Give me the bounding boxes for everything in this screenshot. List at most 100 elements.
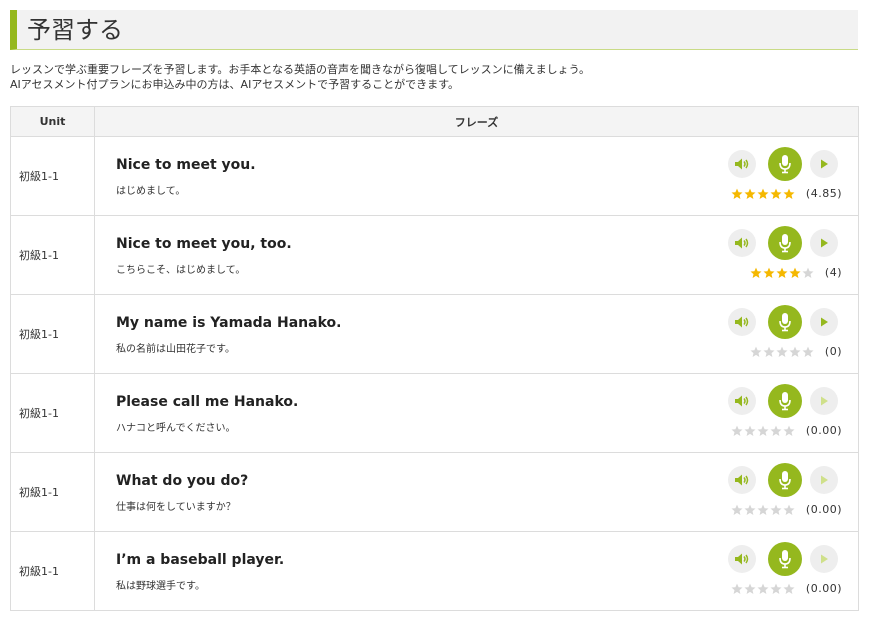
rating: (0.00) bbox=[731, 582, 842, 595]
audio-controls bbox=[728, 384, 838, 418]
playback-button[interactable] bbox=[810, 150, 838, 178]
star-icon bbox=[757, 583, 769, 594]
page-title: 予習する bbox=[27, 16, 123, 44]
microphone-icon bbox=[779, 471, 791, 490]
rating-score: (4.85) bbox=[805, 187, 842, 200]
rating: (0) bbox=[750, 345, 842, 358]
record-button[interactable] bbox=[768, 305, 802, 339]
speaker-icon bbox=[735, 316, 749, 328]
unit-cell: 初級1-1 bbox=[10, 531, 95, 611]
phrase-cell: What do you do? 仕事は何をしていますか？ (0.00) bbox=[94, 452, 859, 532]
star-icon bbox=[750, 267, 762, 278]
star-icon bbox=[731, 504, 743, 515]
star-icon bbox=[750, 346, 762, 357]
star-icon bbox=[802, 346, 814, 357]
phrase-cell: Please call me Hanako. ハナコと呼んでください。 (0.0… bbox=[94, 373, 859, 453]
rating-score: (0) bbox=[824, 345, 842, 358]
speaker-icon bbox=[735, 474, 749, 486]
column-header-phrase: フレーズ bbox=[94, 106, 859, 137]
table-row: 初級1-1 Nice to meet you. はじめまして。 (4.85) bbox=[10, 136, 859, 216]
rating-score: (0.00) bbox=[805, 503, 842, 516]
microphone-icon bbox=[779, 155, 791, 174]
rating-stars bbox=[750, 346, 815, 358]
unit-cell: 初級1-1 bbox=[10, 294, 95, 374]
star-icon bbox=[776, 346, 788, 357]
phrase-japanese: ハナコと呼んでください。 bbox=[116, 423, 236, 434]
play-icon bbox=[821, 396, 828, 406]
phrase-cell: Nice to meet you. はじめまして。 (4.85) bbox=[94, 136, 859, 216]
star-icon bbox=[757, 425, 769, 436]
playback-button[interactable] bbox=[810, 545, 838, 573]
page-description: レッスンで学ぶ重要フレーズを予習します。お手本となる英語の音声を聞きながら復唱し… bbox=[10, 62, 860, 92]
star-icon bbox=[763, 346, 775, 357]
star-icon bbox=[770, 188, 782, 199]
audio-controls bbox=[728, 305, 838, 339]
phrase-english: My name is Yamada Hanako. bbox=[116, 315, 342, 331]
phrase-english: Please call me Hanako. bbox=[116, 394, 299, 410]
star-icon bbox=[744, 583, 756, 594]
star-icon bbox=[731, 425, 743, 436]
star-icon bbox=[744, 425, 756, 436]
star-icon bbox=[744, 188, 756, 199]
listen-button[interactable] bbox=[728, 229, 756, 257]
record-button[interactable] bbox=[768, 463, 802, 497]
star-icon bbox=[783, 188, 795, 199]
listen-button[interactable] bbox=[728, 466, 756, 494]
audio-controls bbox=[728, 542, 838, 576]
column-header-unit: Unit bbox=[10, 106, 95, 137]
playback-button[interactable] bbox=[810, 466, 838, 494]
play-icon bbox=[821, 554, 828, 564]
star-icon bbox=[731, 583, 743, 594]
phrase-english: What do you do? bbox=[116, 473, 249, 489]
star-icon bbox=[731, 188, 743, 199]
rating: (0.00) bbox=[731, 424, 842, 437]
play-icon bbox=[821, 159, 828, 169]
rating-score: (0.00) bbox=[805, 424, 842, 437]
star-icon bbox=[770, 425, 782, 436]
playback-button[interactable] bbox=[810, 308, 838, 336]
unit-cell: 初級1-1 bbox=[10, 452, 95, 532]
phrase-japanese: はじめまして。 bbox=[116, 186, 186, 197]
phrase-cell: My name is Yamada Hanako. 私の名前は山田花子です。 (… bbox=[94, 294, 859, 374]
phrase-cell: I’m a baseball player. 私は野球選手です。 (0.00) bbox=[94, 531, 859, 611]
listen-button[interactable] bbox=[728, 150, 756, 178]
speaker-icon bbox=[735, 395, 749, 407]
table-row: 初級1-1 What do you do? 仕事は何をしていますか？ (0.00… bbox=[10, 452, 859, 532]
listen-button[interactable] bbox=[728, 387, 756, 415]
record-button[interactable] bbox=[768, 147, 802, 181]
record-button[interactable] bbox=[768, 384, 802, 418]
page-header: 予習する bbox=[10, 10, 858, 50]
unit-cell: 初級1-1 bbox=[10, 136, 95, 216]
speaker-icon bbox=[735, 158, 749, 170]
star-icon bbox=[783, 583, 795, 594]
playback-button[interactable] bbox=[810, 229, 838, 257]
rating: (0.00) bbox=[731, 503, 842, 516]
phrase-english: Nice to meet you. bbox=[116, 157, 256, 173]
rating-score: (4) bbox=[824, 266, 842, 279]
playback-button[interactable] bbox=[810, 387, 838, 415]
listen-button[interactable] bbox=[728, 308, 756, 336]
audio-controls bbox=[728, 147, 838, 181]
star-icon bbox=[757, 188, 769, 199]
phrase-japanese: 私は野球選手です。 bbox=[116, 581, 205, 592]
listen-button[interactable] bbox=[728, 545, 756, 573]
record-button[interactable] bbox=[768, 226, 802, 260]
speaker-icon bbox=[735, 237, 749, 249]
table-row: 初級1-1 Nice to meet you, too. こちらこそ、はじめまし… bbox=[10, 215, 859, 295]
play-icon bbox=[821, 317, 828, 327]
table-row: 初級1-1 I’m a baseball player. 私は野球選手です。 (… bbox=[10, 531, 859, 611]
star-icon bbox=[783, 504, 795, 515]
star-icon bbox=[770, 583, 782, 594]
table-row: 初級1-1 My name is Yamada Hanako. 私の名前は山田花… bbox=[10, 294, 859, 374]
microphone-icon bbox=[779, 550, 791, 569]
rating-stars bbox=[731, 425, 796, 437]
star-icon bbox=[802, 267, 814, 278]
phrase-english: Nice to meet you, too. bbox=[116, 236, 292, 252]
rating: (4) bbox=[750, 266, 842, 279]
play-icon bbox=[821, 238, 828, 248]
star-icon bbox=[789, 267, 801, 278]
rating-stars bbox=[731, 583, 796, 595]
rating-stars bbox=[750, 267, 815, 279]
play-icon bbox=[821, 475, 828, 485]
record-button[interactable] bbox=[768, 542, 802, 576]
